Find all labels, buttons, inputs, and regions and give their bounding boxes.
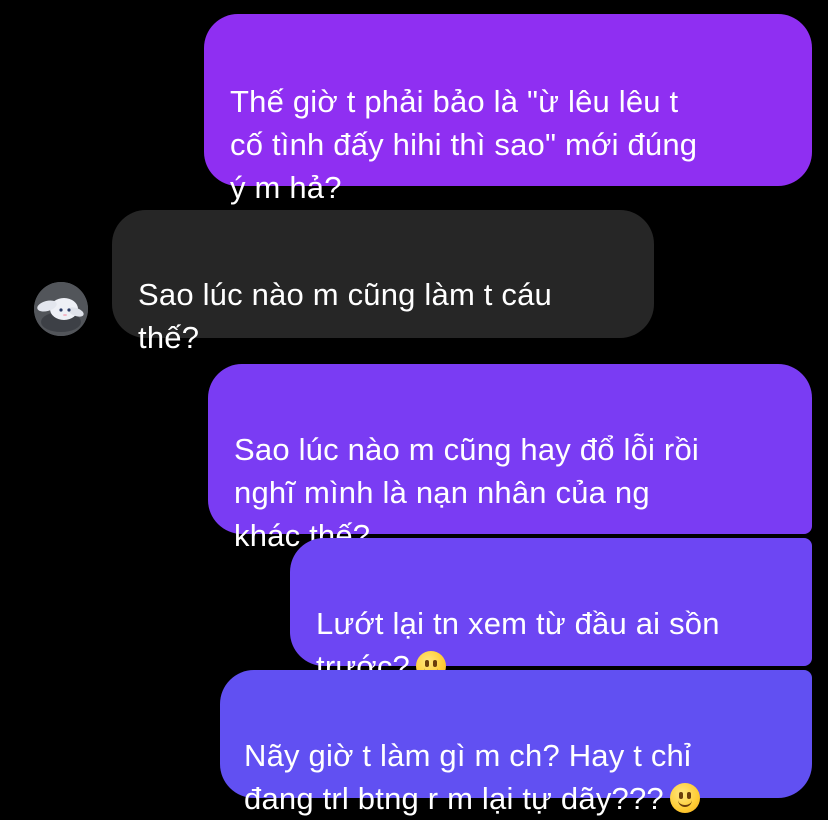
message-bubble-incoming[interactable]: Sao lúc nào m cũng làm t cáu thế?: [112, 210, 654, 355]
avatar[interactable]: [34, 282, 88, 336]
slightly-smiling-face-icon: [669, 783, 700, 813]
message-bubble-outgoing[interactable]: Nãy giờ t làm gì m ch? Hay t chỉ đang tr…: [220, 670, 812, 816]
message-text: Sao lúc nào m cũng hay đổ lỗi rồi nghĩ m…: [234, 432, 699, 553]
message-bubble-outgoing[interactable]: Sao lúc nào m cũng hay đổ lỗi rồi nghĩ m…: [208, 364, 812, 553]
cinnamoroll-avatar-icon: [34, 282, 88, 336]
message-bubble-outgoing[interactable]: Lướt lại tn xem từ đầu ai sồn trước?: [290, 538, 812, 684]
message-text: Sao lúc nào m cũng làm t cáu thế?: [138, 277, 552, 355]
message-bubble-outgoing[interactable]: Thế giờ t phải bảo là "ừ lêu lêu t cố tì…: [204, 14, 812, 205]
message-text: Thế giờ t phải bảo là "ừ lêu lêu t cố tì…: [230, 84, 698, 205]
message-text: Nãy giờ t làm gì m ch? Hay t chỉ đang tr…: [244, 738, 692, 816]
